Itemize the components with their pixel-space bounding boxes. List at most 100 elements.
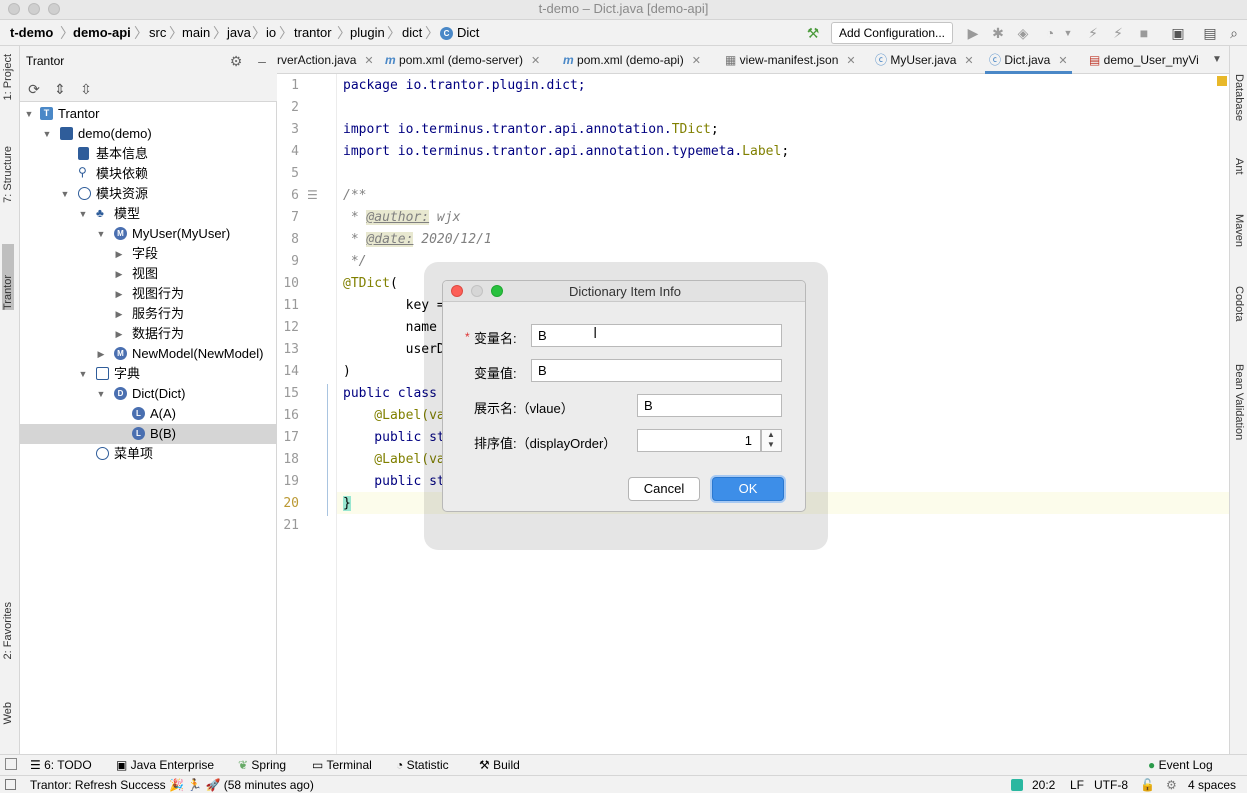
dialog-close-button[interactable] — [451, 285, 463, 297]
database-tool-tab[interactable]: Database — [1233, 74, 1245, 121]
project-tool-tab[interactable]: 1: Project — [2, 54, 14, 100]
tree-item-newmodel[interactable]: ▶ M NewModel(NewModel) — [20, 344, 277, 364]
doc-comment-icon[interactable]: ☰ — [307, 188, 318, 202]
close-icon[interactable]: ✕ — [692, 55, 701, 67]
chevron-down-icon[interactable]: ▼ — [1060, 25, 1076, 41]
variable-value-input[interactable]: B — [531, 359, 782, 382]
tantor-tool-tab[interactable]: Trantor — [2, 244, 14, 310]
chevron-right-icon[interactable]: ▶ — [114, 304, 124, 324]
breadcrumb-plugin[interactable]: plugin — [350, 25, 385, 40]
breadcrumb-java[interactable]: java — [227, 25, 251, 40]
chevron-down-icon[interactable]: ▼ — [96, 384, 106, 404]
terminal-tool-tab[interactable]: ▭ Terminal — [312, 758, 372, 772]
tree-item-service-actions[interactable]: ▶ 服务行为 — [20, 304, 277, 324]
tab-server-action[interactable]: rverAction.java ✕ — [277, 46, 374, 74]
close-icon[interactable]: ✕ — [364, 55, 373, 67]
project-structure-icon[interactable]: ▣ — [1170, 25, 1186, 41]
tree-item-b[interactable]: L B(B) — [20, 424, 277, 444]
build-tool-tab[interactable]: ⚒ Build — [479, 758, 520, 772]
chevron-down-icon[interactable]: ▼ — [78, 204, 88, 224]
tree-item-dictionaries[interactable]: ▼ 字典 — [20, 364, 277, 384]
run-icon[interactable]: ▶ — [965, 25, 981, 41]
chevron-down-icon[interactable]: ▼ — [42, 124, 52, 144]
tree-item-views[interactable]: ▶ 视图 — [20, 264, 277, 284]
indent-setting[interactable]: 4 spaces — [1188, 778, 1236, 792]
terminal-toggle-icon[interactable]: ▤ — [1202, 25, 1218, 41]
web-tool-tab[interactable]: Web — [2, 702, 14, 724]
debug-icon[interactable]: ✱ — [990, 25, 1006, 41]
tab-dict[interactable]: ⓒ Dict.java ✕ — [985, 46, 1072, 74]
breadcrumb-io[interactable]: io — [266, 25, 276, 40]
tree-item-basic-info[interactable]: 基本信息 — [20, 144, 277, 164]
statistic-tool-tab[interactable]: ◔ Statistic — [396, 758, 449, 772]
tree-item-module-deps[interactable]: ⚲ 模块依赖 — [20, 164, 277, 184]
tree-item-dict[interactable]: ▼ D Dict(Dict) — [20, 384, 277, 404]
close-icon[interactable]: ✕ — [531, 55, 540, 67]
display-order-input[interactable]: 1 — [637, 429, 761, 452]
expand-all-icon[interactable]: ⇕ — [52, 81, 68, 97]
display-name-input[interactable]: B — [637, 394, 782, 417]
breadcrumb-tantor[interactable]: trantor — [294, 25, 332, 40]
inspection-status-icon[interactable] — [1217, 76, 1227, 86]
tab-demo-user[interactable]: ▤ demo_User_myVi — [1089, 46, 1209, 74]
window-minimize-button[interactable] — [28, 3, 40, 15]
tree-item-myuser[interactable]: ▼ M MyUser(MyUser) — [20, 224, 277, 244]
breadcrumb-project[interactable]: t-demo — [10, 25, 53, 40]
chevron-right-icon[interactable]: ▶ — [114, 264, 124, 284]
add-configuration-button[interactable]: Add Configuration... — [831, 22, 953, 44]
tree-item-fields[interactable]: ▶ 字段 — [20, 244, 277, 264]
hammer-icon[interactable]: ⚒ — [805, 25, 821, 41]
window-maximize-button[interactable] — [48, 3, 60, 15]
file-encoding[interactable]: UTF-8 — [1094, 778, 1128, 792]
line-separator[interactable]: LF — [1070, 778, 1084, 792]
settings-icon[interactable]: ⚙ — [1166, 778, 1177, 792]
tree-item-module-resources[interactable]: ▼ 模块资源 — [20, 184, 277, 204]
stepper-up-icon[interactable]: ▲ — [767, 430, 775, 439]
tree-item-demo[interactable]: ▼ demo(demo) — [20, 124, 277, 144]
breadcrumb-dict[interactable]: dict — [402, 25, 422, 40]
codota-status-icon[interactable] — [1011, 779, 1023, 791]
dialog-maximize-button[interactable] — [491, 285, 503, 297]
chevron-down-icon[interactable]: ▼ — [96, 224, 106, 244]
close-icon[interactable]: ✕ — [846, 55, 855, 67]
profile-icon[interactable]: ◔ — [1042, 25, 1058, 41]
status-message[interactable]: Trantor: Refresh Success 🎉 🏃 🚀 (58 minut… — [30, 778, 314, 792]
collapse-all-icon[interactable]: ⇳ — [78, 81, 94, 97]
status-toggle-icon[interactable] — [5, 779, 16, 790]
chevron-down-icon[interactable]: ▼ — [24, 104, 34, 124]
close-icon[interactable]: ✕ — [1058, 55, 1067, 67]
rebuild-icon[interactable]: ⚡ — [1110, 25, 1126, 41]
caret-position[interactable]: 20:2 — [1032, 778, 1055, 792]
refresh-icon[interactable]: ⟳ — [26, 81, 42, 97]
variable-name-input[interactable]: B — [531, 324, 782, 347]
maven-tool-tab[interactable]: Maven — [1233, 214, 1245, 247]
tree-item-models[interactable]: ▼ ♣ 模型 — [20, 204, 277, 224]
tool-window-toggle-icon[interactable] — [5, 758, 17, 770]
display-order-stepper[interactable]: ▲ ▼ — [761, 429, 782, 452]
chevron-down-icon[interactable]: ▼ — [78, 364, 88, 384]
breadcrumb-module[interactable]: demo-api — [73, 25, 131, 40]
stop-icon[interactable]: ■ — [1136, 25, 1152, 41]
ok-button[interactable]: OK — [712, 477, 784, 501]
search-icon[interactable]: ⌕ — [1226, 25, 1242, 41]
tree-item-data-actions[interactable]: ▶ 数据行为 — [20, 324, 277, 344]
breadcrumb-src[interactable]: src — [149, 25, 166, 40]
stepper-down-icon[interactable]: ▼ — [767, 440, 775, 449]
structure-tool-tab[interactable]: 7: Structure — [2, 146, 14, 203]
chevron-right-icon[interactable]: ▶ — [114, 324, 124, 344]
breadcrumb-class[interactable]: Dict — [457, 25, 479, 40]
close-icon[interactable]: ✕ — [964, 55, 973, 67]
tab-pom-api[interactable]: m pom.xml (demo-api) ✕ — [563, 46, 701, 74]
window-close-button[interactable] — [8, 3, 20, 15]
java-enterprise-tool-tab[interactable]: ▣ Java Enterprise — [116, 758, 214, 772]
chevron-right-icon[interactable]: ▶ — [96, 344, 106, 364]
tree-item-tantor[interactable]: ▼ T Trantor — [20, 104, 277, 124]
event-log-tool-tab[interactable]: ● Event Log — [1148, 758, 1213, 772]
tab-myuser[interactable]: ⓒ MyUser.java ✕ — [875, 46, 974, 74]
tab-pom-server[interactable]: m pom.xml (demo-server) ✕ — [385, 46, 540, 74]
favorites-tool-tab[interactable]: 2: Favorites — [2, 602, 14, 659]
bean-validation-tool-tab[interactable]: Bean Validation — [1233, 364, 1245, 440]
tab-view-manifest[interactable]: ▦ view-manifest.json ✕ — [725, 46, 856, 74]
chevron-right-icon[interactable]: ▶ — [114, 244, 124, 264]
gear-icon[interactable]: ⚙ — [228, 53, 244, 69]
